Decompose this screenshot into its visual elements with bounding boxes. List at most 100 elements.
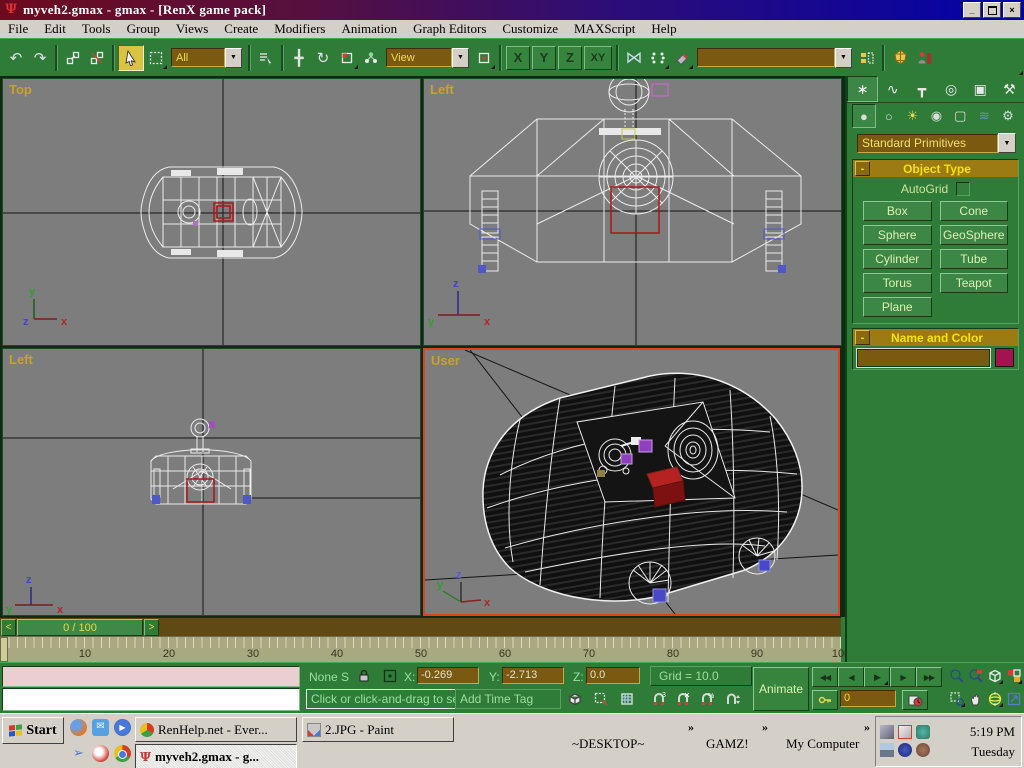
current-frame-field[interactable]: 0 <box>840 690 896 707</box>
material-navigator-icon[interactable] <box>888 46 912 70</box>
firefox-icon[interactable] <box>70 719 87 736</box>
viewport-top[interactable]: Top <box>2 78 421 346</box>
select-and-link-icon[interactable] <box>61 46 85 70</box>
hierarchy-tab-icon[interactable]: ┳ <box>907 76 936 102</box>
autogrid-checkbox[interactable] <box>956 182 970 196</box>
menu-tools[interactable]: Tools <box>74 21 119 37</box>
geometry-icon[interactable]: ● <box>852 104 876 128</box>
cylinder-button[interactable]: Cylinder <box>863 249 932 269</box>
edit-named-selections-icon[interactable] <box>855 46 879 70</box>
torus-button[interactable]: Torus <box>863 273 932 293</box>
image-viewer-icon[interactable] <box>880 743 894 757</box>
tube-button[interactable]: Tube <box>940 249 1009 269</box>
start-button[interactable]: Start <box>2 717 64 744</box>
display-tab-icon[interactable]: ▣ <box>966 76 995 102</box>
select-and-manipulate-icon[interactable] <box>359 46 383 70</box>
name-and-color-rollout-header[interactable]: - Name and Color <box>853 329 1018 346</box>
title-bar[interactable]: Ψ myveh2.gmax - gmax - [RenX game pack] … <box>0 0 1024 20</box>
helpers-icon[interactable]: ▢ <box>949 105 971 127</box>
add-time-tag-button[interactable]: Add Time Tag <box>455 689 561 709</box>
desktop-toolbar-label[interactable]: ~DESKTOP~ <box>572 736 644 752</box>
go-to-start-button[interactable]: ◀◀ <box>812 667 838 687</box>
redo-icon[interactable]: ↷ <box>28 46 52 70</box>
pan-icon[interactable] <box>967 690 985 708</box>
space-warps-icon[interactable]: ≋ <box>973 105 995 127</box>
zoom-extents-all-icon[interactable] <box>1005 667 1023 685</box>
object-type-rollout-header[interactable]: - Object Type <box>853 160 1018 177</box>
previous-frame-button[interactable]: ◀ <box>838 667 864 687</box>
modify-tab-icon[interactable]: ∿ <box>878 76 907 102</box>
geosphere-button[interactable]: GeoSphere <box>940 225 1009 245</box>
undo-icon[interactable]: ↶ <box>4 46 28 70</box>
shapes-icon[interactable]: ○ <box>878 105 900 127</box>
zoom-extents-icon[interactable] <box>986 667 1004 685</box>
zoom-icon[interactable] <box>948 667 966 685</box>
cameras-icon[interactable]: ◉ <box>925 105 947 127</box>
dropdown-arrow-icon[interactable]: ▼ <box>835 48 852 68</box>
clock-sync-icon[interactable] <box>898 743 912 757</box>
cone-button[interactable]: Cone <box>940 201 1009 221</box>
track-bar[interactable]: 10 20 30 40 50 60 70 80 90 100 <box>0 636 841 663</box>
lights-icon[interactable]: ☀ <box>902 105 924 127</box>
align-icon[interactable] <box>646 46 670 70</box>
menu-modifiers[interactable]: Modifiers <box>266 21 333 37</box>
mycomputer-toolbar-label[interactable]: My Computer <box>786 736 859 752</box>
mail-icon[interactable]: ✉ <box>92 719 109 736</box>
unlink-selection-icon[interactable] <box>85 46 109 70</box>
select-by-name-icon[interactable] <box>254 46 278 70</box>
selection-lock-icon[interactable] <box>355 667 373 685</box>
media-player-icon[interactable]: ▶ <box>114 719 131 736</box>
menu-group[interactable]: Group <box>119 21 168 37</box>
messenger-icon[interactable] <box>916 725 930 739</box>
task-scheduler-icon[interactable] <box>898 725 912 739</box>
mirror-icon[interactable]: ⋈ <box>622 46 646 70</box>
maxscript-listener-macro-line[interactable] <box>2 666 300 687</box>
select-and-scale-icon[interactable] <box>335 46 359 70</box>
viewport-left-upper-label[interactable]: Left <box>430 82 454 97</box>
track-bar-frame-caret[interactable] <box>0 637 8 662</box>
menu-maxscript[interactable]: MAXScript <box>566 21 643 37</box>
restrict-z-button[interactable]: Z <box>558 46 582 70</box>
restrict-xy-plane-button[interactable]: XY <box>584 46 612 70</box>
viewport-left-upper[interactable]: Left <box>423 78 842 346</box>
select-and-rotate-icon[interactable]: ↻ <box>311 46 335 70</box>
viewport-user[interactable]: User <box>423 348 840 616</box>
key-mode-toggle-icon[interactable] <box>812 690 838 710</box>
crossing-window-toggle-icon[interactable] <box>618 690 636 708</box>
primitive-category-dropdown[interactable]: Standard Primitives ▼ <box>857 133 1016 153</box>
dropdown-arrow-icon[interactable]: ▼ <box>998 133 1016 153</box>
time-slider-handle[interactable]: 0 / 100 <box>17 619 143 636</box>
task-button-paint[interactable]: 2.JPG - Paint <box>302 717 454 742</box>
named-selection-sets-dropdown[interactable]: ▼ <box>697 48 852 68</box>
percent-snap-icon[interactable]: % <box>698 690 716 708</box>
teapot-button[interactable]: Teapot <box>940 273 1009 293</box>
menu-create[interactable]: Create <box>216 21 266 37</box>
motion-tab-icon[interactable]: ◎ <box>937 76 966 102</box>
min-max-toggle-icon[interactable] <box>1005 690 1023 708</box>
menu-customize[interactable]: Customize <box>494 21 566 37</box>
spinner-snap-icon[interactable] <box>724 690 742 708</box>
minimize-button[interactable]: _ <box>963 2 981 18</box>
utilities-tab-icon[interactable]: ⚒ <box>995 76 1024 102</box>
maxscript-listener-input-line[interactable] <box>2 688 300 711</box>
restore-button[interactable] <box>983 2 1001 18</box>
viewport-left-lower-label[interactable]: Left <box>9 352 33 367</box>
menu-edit[interactable]: Edit <box>36 21 74 37</box>
close-button[interactable]: × <box>1003 2 1021 18</box>
help-icon[interactable] <box>912 46 936 70</box>
restrict-x-button[interactable]: X <box>506 46 530 70</box>
menu-file[interactable]: File <box>0 21 36 37</box>
create-tab-icon[interactable]: ∗ <box>847 76 878 102</box>
time-slider-next-icon[interactable]: > <box>144 619 159 636</box>
viewport-left-lower[interactable]: Left <box>2 348 421 616</box>
pointer-icon[interactable]: ➢ <box>70 745 87 762</box>
dropdown-arrow-icon[interactable]: ▼ <box>225 48 242 68</box>
collapse-icon[interactable]: - <box>855 161 870 176</box>
restrict-y-button[interactable]: Y <box>532 46 556 70</box>
object-color-swatch[interactable] <box>995 348 1014 367</box>
next-frame-button[interactable]: ▶ <box>890 667 916 687</box>
time-slider-prev-icon[interactable]: < <box>1 619 16 636</box>
menu-animation[interactable]: Animation <box>333 21 405 37</box>
speaker-icon[interactable] <box>880 725 894 739</box>
region-zoom-icon[interactable] <box>948 690 966 708</box>
